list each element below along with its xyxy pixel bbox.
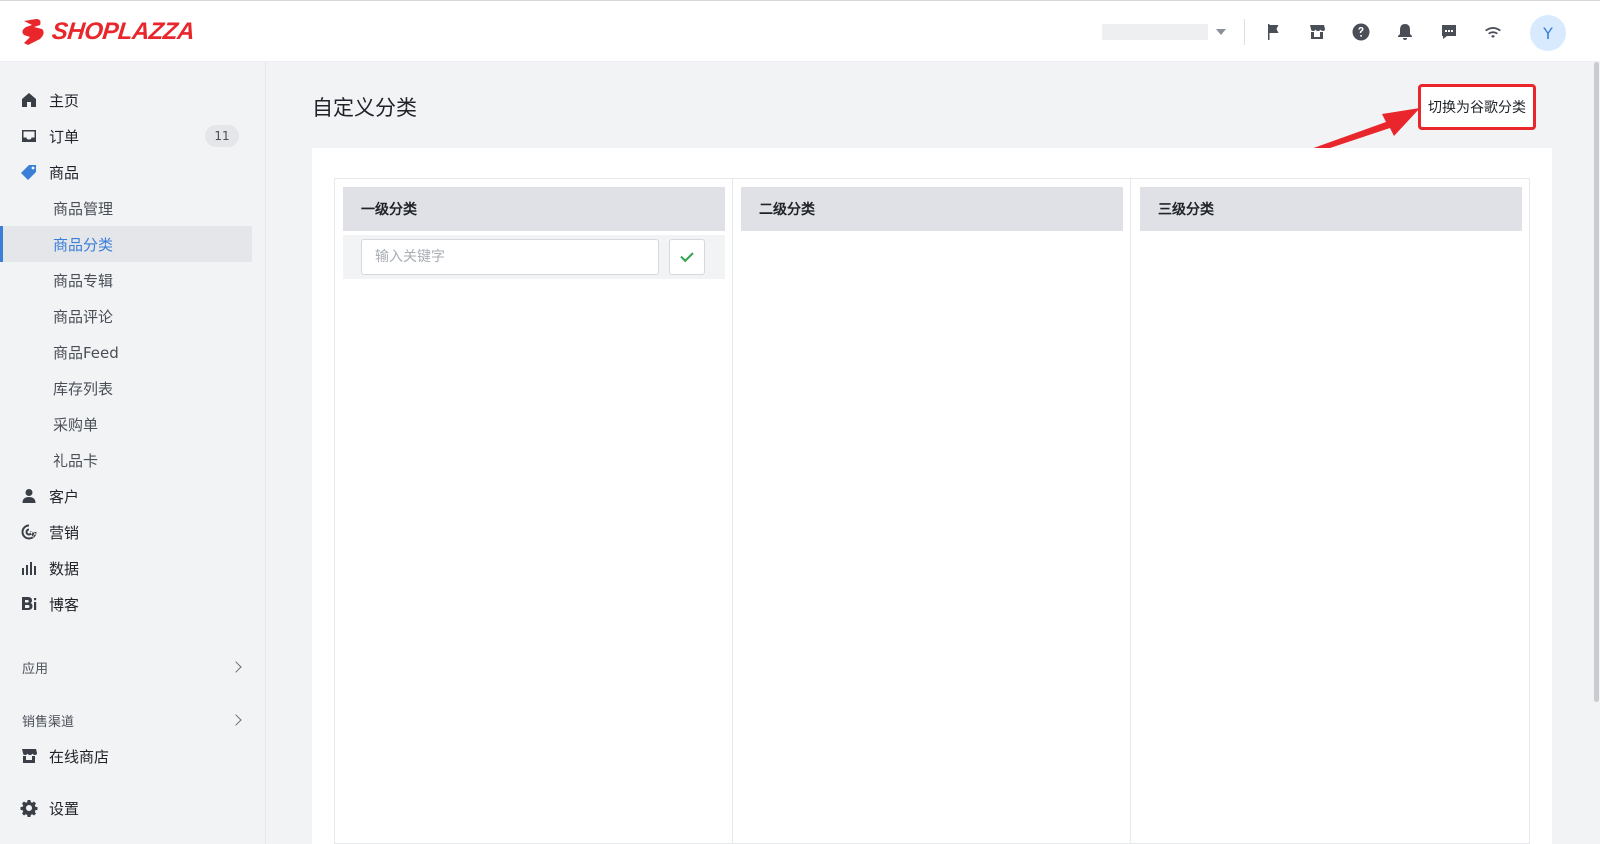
level-3-column: 三级分类 <box>1132 179 1530 844</box>
sidebar-item-inventory[interactable]: 库存列表 <box>0 370 252 406</box>
brand-name: SHOPLAZZA <box>50 18 196 45</box>
sidebar-item-label: 采购单 <box>53 415 99 434</box>
check-icon <box>680 248 694 263</box>
flag-icon[interactable] <box>1262 21 1284 43</box>
page-title: 自定义分类 <box>312 96 417 120</box>
sidebar-section-channels[interactable]: 销售渠道 <box>0 705 252 735</box>
sidebar-item-label: 博客 <box>49 595 80 614</box>
category-card: 一级分类 二级分类 三级分类 <box>312 148 1552 844</box>
sidebar-item-label: 客户 <box>49 487 80 506</box>
keyword-input[interactable] <box>361 239 659 275</box>
sidebar-item-label: 商品 <box>49 163 80 182</box>
bar-chart-icon <box>20 559 38 577</box>
sidebar-item-product-feed[interactable]: 商品Feed <box>0 334 252 370</box>
sidebar-item-label: 营销 <box>49 523 80 542</box>
sidebar-item-product-collections[interactable]: 商品专辑 <box>0 262 252 298</box>
target-icon <box>20 523 38 541</box>
sidebar-item-home[interactable]: 主页 <box>0 82 252 118</box>
level-1-column: 一级分类 <box>335 179 733 844</box>
chevron-right-icon <box>230 661 242 673</box>
store-selector[interactable] <box>1102 23 1226 41</box>
sidebar-item-gift-cards[interactable]: 礼品卡 <box>0 442 252 478</box>
switch-to-google-category-button[interactable]: 切换为谷歌分类 <box>1418 84 1536 130</box>
sidebar-item-label: 库存列表 <box>53 379 114 398</box>
column-title: 三级分类 <box>1158 202 1214 218</box>
order-count-badge: 11 <box>205 125 239 147</box>
sidebar-item-label: 礼品卡 <box>53 451 99 470</box>
column-header: 一级分类 <box>343 187 725 231</box>
column-header: 二级分类 <box>741 187 1123 231</box>
home-icon <box>20 91 38 109</box>
column-header: 三级分类 <box>1140 187 1522 231</box>
bell-icon[interactable] <box>1394 21 1416 43</box>
sidebar-item-label: 主页 <box>49 91 80 110</box>
column-title: 二级分类 <box>759 202 815 218</box>
shoplazza-logo-icon <box>22 19 44 45</box>
sidebar-item-label: 订单 <box>49 127 80 146</box>
column-title: 一级分类 <box>361 202 417 218</box>
wifi-icon[interactable] <box>1482 21 1504 43</box>
avatar[interactable]: Y <box>1530 15 1566 51</box>
sidebar-item-purchase-orders[interactable]: 采购单 <box>0 406 252 442</box>
sidebar-item-settings[interactable]: 设置 <box>0 790 252 826</box>
sidebar-item-label: 商品分类 <box>53 235 114 254</box>
sidebar-item-label: 商品Feed <box>53 343 119 362</box>
person-icon <box>20 487 38 505</box>
sidebar-item-label: 在线商店 <box>49 747 110 766</box>
chevron-right-icon <box>230 714 242 726</box>
section-label: 销售渠道 <box>22 714 75 730</box>
brand-logo[interactable]: SHOPLAZZA <box>20 16 196 48</box>
sidebar-item-label: 商品管理 <box>53 199 114 218</box>
tag-icon <box>20 163 38 181</box>
sidebar-item-label: 设置 <box>49 799 80 818</box>
top-bar: SHOPLAZZA Y <box>0 0 1600 62</box>
sidebar-item-label: 数据 <box>49 559 80 578</box>
store-icon[interactable] <box>1306 21 1328 43</box>
blog-icon <box>20 595 38 613</box>
level-2-column: 二级分类 <box>733 179 1131 844</box>
chevron-down-icon <box>1216 29 1226 35</box>
help-icon[interactable] <box>1350 21 1372 43</box>
category-columns: 一级分类 二级分类 三级分类 <box>334 178 1530 844</box>
section-label: 应用 <box>22 661 49 677</box>
sidebar-section-apps[interactable]: 应用 <box>0 652 252 682</box>
sidebar-item-label: 商品评论 <box>53 307 114 326</box>
sidebar-item-product-reviews[interactable]: 商品评论 <box>0 298 252 334</box>
page-scrollbar[interactable] <box>1594 62 1599 702</box>
store-icon <box>20 747 38 765</box>
sidebar-item-product-categories[interactable]: 商品分类 <box>0 226 252 262</box>
sidebar-item-analytics[interactable]: 数据 <box>0 550 252 586</box>
sidebar-item-customers[interactable]: 客户 <box>0 478 252 514</box>
store-name-redacted <box>1102 24 1208 40</box>
inbox-icon <box>20 127 38 145</box>
gear-icon <box>20 799 38 817</box>
sidebar-item-label: 商品专辑 <box>53 271 114 290</box>
sidebar-item-products[interactable]: 商品 <box>0 154 252 190</box>
message-icon[interactable] <box>1438 21 1460 43</box>
sidebar-item-blog[interactable]: 博客 <box>0 586 252 622</box>
sidebar-item-marketing[interactable]: 营销 <box>0 514 252 550</box>
sidebar-item-online-store[interactable]: 在线商店 <box>0 738 252 774</box>
sidebar-item-orders[interactable]: 订单 11 <box>0 118 252 154</box>
sidebar-item-product-management[interactable]: 商品管理 <box>0 190 252 226</box>
sidebar: 主页 订单 11 商品 商品管理 商品分类 商品专辑 商品评论 商品Feed 库… <box>0 62 266 844</box>
confirm-button[interactable] <box>669 239 705 275</box>
divider <box>1244 19 1245 45</box>
search-row <box>343 235 725 279</box>
